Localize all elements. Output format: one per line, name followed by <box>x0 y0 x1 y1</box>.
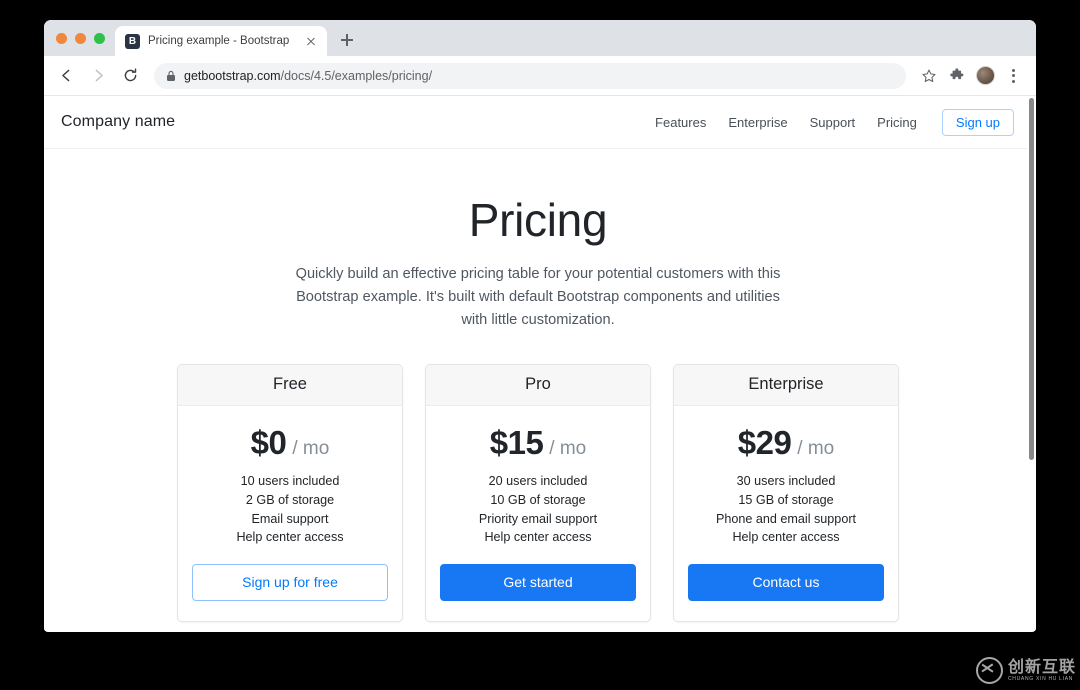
address-bar-url: getbootstrap.com/docs/4.5/examples/prici… <box>184 69 432 83</box>
list-item: Help center access <box>484 530 592 545</box>
list-item: Help center access <box>732 530 840 545</box>
maximize-window-button[interactable] <box>94 32 105 44</box>
watermark-chinese-text: 创新互联 <box>1007 657 1076 676</box>
extensions-puzzle-icon[interactable] <box>944 63 970 89</box>
list-item: Priority email support <box>478 511 598 526</box>
feature-list: 20 users included 10 GB of storage Prior… <box>440 472 636 547</box>
plan-price: $29 <box>737 424 792 462</box>
watermark: 创新互联 CHUANG XIN HU LIAN <box>975 657 1076 684</box>
pricing-cards: Free $0 / mo 10 users included 2 GB of s… <box>44 364 1032 622</box>
plan-price: $0 <box>250 424 287 462</box>
scrollbar-thumb[interactable] <box>1029 98 1034 460</box>
pricing-card-free: Free $0 / mo 10 users included 2 GB of s… <box>177 364 403 622</box>
plan-name: Free <box>273 375 307 394</box>
card-header: Enterprise <box>674 365 898 407</box>
address-bar[interactable]: getbootstrap.com/docs/4.5/examples/prici… <box>154 62 906 89</box>
card-body: $0 / mo 10 users included 2 GB of storag… <box>178 406 402 621</box>
close-tab-icon[interactable] <box>303 33 319 49</box>
url-path: /docs/4.5/examples/pricing/ <box>280 68 433 83</box>
nav-link-pricing[interactable]: Pricing <box>866 115 928 130</box>
pricing-card-pro: Pro $15 / mo 20 users included 10 GB of … <box>425 364 651 622</box>
nav-link-features[interactable]: Features <box>644 115 717 130</box>
list-item: 10 GB of storage <box>490 492 586 507</box>
list-item: Phone and email support <box>715 511 857 526</box>
list-item: 2 GB of storage <box>245 492 335 507</box>
card-body: $15 / mo 20 users included 10 GB of stor… <box>426 406 650 621</box>
chrome-menu-icon[interactable] <box>1000 63 1026 89</box>
new-tab-icon[interactable] <box>333 26 361 54</box>
avatar <box>975 66 995 85</box>
price-row: $0 / mo <box>192 426 388 459</box>
plan-period: / mo <box>549 438 587 460</box>
sign-up-for-free-button[interactable]: Sign up for free <box>192 564 388 601</box>
browser-tab-active[interactable]: B Pricing example - Bootstrap <box>115 26 327 56</box>
hero-subtitle: Quickly build an effective pricing table… <box>295 265 781 328</box>
back-arrow-icon[interactable] <box>52 62 80 90</box>
plan-period: / mo <box>292 438 330 460</box>
bootstrap-favicon-icon: B <box>125 33 140 49</box>
nav-link-enterprise[interactable]: Enterprise <box>717 115 798 130</box>
list-item: Help center access <box>236 530 344 545</box>
feature-list: 10 users included 2 GB of storage Email … <box>192 472 388 547</box>
nav-link-support[interactable]: Support <box>799 115 867 130</box>
site-navbar: Company name Features Enterprise Support… <box>44 96 1032 149</box>
contact-us-button[interactable]: Contact us <box>688 564 884 601</box>
card-header: Pro <box>426 365 650 407</box>
browser-tab-strip: B Pricing example - Bootstrap <box>44 20 1036 56</box>
plan-price: $15 <box>489 424 544 462</box>
list-item: 10 users included <box>240 474 340 489</box>
plan-period: / mo <box>797 438 835 460</box>
browser-window: B Pricing example - Bootstrap getbootstr… <box>44 20 1036 632</box>
watermark-text: 创新互联 CHUANG XIN HU LIAN <box>1008 659 1076 682</box>
minimize-window-button[interactable] <box>75 32 86 44</box>
window-traffic-lights <box>44 20 115 56</box>
price-row: $15 / mo <box>440 426 636 459</box>
watermark-logo-icon <box>975 657 1003 684</box>
hero-section: Pricing Quickly build an effective prici… <box>44 149 1032 332</box>
plan-name: Pro <box>525 375 551 394</box>
web-page: Company name Features Enterprise Support… <box>44 96 1032 631</box>
kebab-dots <box>1005 67 1021 85</box>
card-header: Free <box>178 365 402 407</box>
page-scrollbar[interactable] <box>1027 96 1036 631</box>
card-body: $29 / mo 30 users included 15 GB of stor… <box>674 406 898 621</box>
url-host: getbootstrap.com <box>184 68 281 83</box>
get-started-button[interactable]: Get started <box>440 564 636 601</box>
list-item: 15 GB of storage <box>738 492 834 507</box>
tab-title: Pricing example - Bootstrap <box>148 35 290 47</box>
site-nav-links: Features Enterprise Support Pricing Sign… <box>644 108 1014 136</box>
page-viewport: Company name Features Enterprise Support… <box>44 96 1036 631</box>
forward-arrow-icon[interactable] <box>84 62 112 90</box>
feature-list: 30 users included 15 GB of storage Phone… <box>688 472 884 547</box>
bookmark-star-icon[interactable] <box>916 63 942 89</box>
list-item: Email support <box>251 511 329 526</box>
browser-toolbar: getbootstrap.com/docs/4.5/examples/prici… <box>44 56 1036 96</box>
plan-name: Enterprise <box>748 375 824 394</box>
list-item: 20 users included <box>488 474 588 489</box>
watermark-latin-text: CHUANG XIN HU LIAN <box>1007 676 1074 682</box>
screenshot-root: B Pricing example - Bootstrap getbootstr… <box>0 0 1080 690</box>
profile-avatar-icon[interactable] <box>972 63 998 89</box>
price-row: $29 / mo <box>688 426 884 459</box>
reload-icon[interactable] <box>116 62 144 90</box>
list-item: 30 users included <box>736 474 836 489</box>
brand-name[interactable]: Company name <box>61 113 175 131</box>
page-title: Pricing <box>468 194 608 246</box>
pricing-card-enterprise: Enterprise $29 / mo 30 users included 15… <box>673 364 899 622</box>
lock-icon <box>167 70 175 81</box>
sign-up-button[interactable]: Sign up <box>941 108 1014 136</box>
close-window-button[interactable] <box>56 32 67 44</box>
